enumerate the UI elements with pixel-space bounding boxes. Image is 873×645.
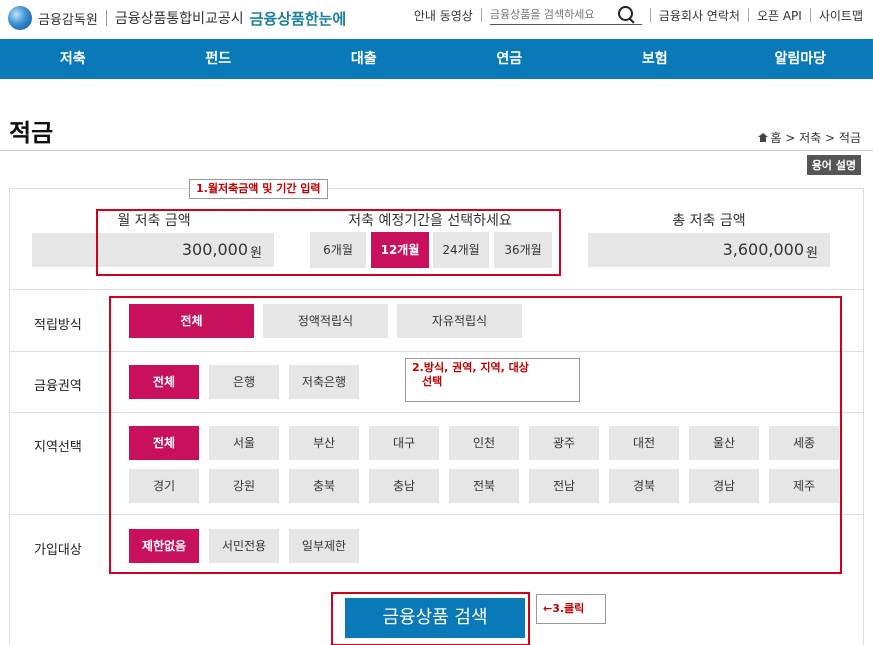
annotation-note-2: 2.방식, 권역, 지역, 대상 선택 — [405, 358, 580, 402]
glossary-button[interactable]: 용어 설명 — [806, 155, 861, 175]
breadcrumb: 홈 > 저축 > 적금 — [758, 129, 861, 146]
total-amount-display: 3,600,000 원 — [588, 233, 830, 267]
main-nav: 저축 펀드 대출 연금 보험 알림마당 — [0, 39, 873, 79]
annotation-box-filters — [109, 296, 842, 574]
breadcrumb-home[interactable]: 홈 — [770, 129, 781, 146]
top-bar: 금융감독원 금융상품통합비교공시 금융상품한눈에 안내 동영상 금융회사 연락처… — [0, 0, 873, 39]
breadcrumb-current: 적금 — [838, 131, 861, 145]
region-label: 지역선택 — [34, 440, 82, 455]
nav-funds[interactable]: 펀드 — [146, 39, 292, 79]
divider — [480, 8, 482, 22]
divider — [809, 8, 811, 22]
method-label: 적립방식 — [34, 318, 82, 333]
annotation-box-amounts — [96, 209, 561, 276]
nav-insurance[interactable]: 보험 — [582, 39, 728, 79]
total-amount-value: 3,600,000 — [722, 240, 804, 259]
logo-fss: 금융감독원 — [38, 12, 98, 28]
nav-notices[interactable]: 알림마당 — [728, 39, 873, 79]
annotation-note-2-line1: 2.방식, 권역, 지역, 대상 — [412, 361, 529, 374]
search-box — [489, 5, 642, 25]
target-label: 가입대상 — [34, 543, 82, 558]
home-icon — [758, 133, 769, 142]
sector-label: 금융권역 — [34, 379, 82, 394]
currency-unit: 원 — [806, 246, 818, 261]
chevron-right-icon: > — [781, 130, 800, 145]
breadcrumb-savings[interactable]: 저축 — [799, 129, 821, 146]
nav-loans[interactable]: 대출 — [291, 39, 437, 79]
sitemap-link[interactable]: 사이트맵 — [819, 7, 863, 24]
open-api-link[interactable]: 오픈 API — [757, 7, 802, 24]
site-logo[interactable]: 금융감독원 금융상품통합비교공시 금융상품한눈에 — [8, 6, 346, 30]
annotation-note-3: ←3.클릭 — [536, 594, 606, 624]
annotation-box-search — [331, 592, 530, 645]
nav-savings[interactable]: 저축 — [0, 39, 146, 79]
divider — [747, 8, 749, 22]
globe-icon — [8, 6, 32, 30]
title-divider — [0, 150, 873, 151]
company-contacts-link[interactable]: 금융회사 연락처 — [659, 7, 740, 24]
page-title: 적금 — [9, 119, 54, 147]
divider — [649, 8, 651, 22]
total-amount-label: 총 저축 금액 — [672, 213, 746, 229]
annotation-note-2-line2: 선택 — [422, 375, 443, 388]
annotation-note-1: 1.월저축금액 및 기간 입력 — [189, 179, 328, 199]
utility-nav: 안내 동영상 금융회사 연락처 오픈 API 사이트맵 — [414, 5, 863, 25]
search-icon[interactable] — [616, 5, 636, 25]
logo-divider — [105, 10, 107, 26]
row-divider — [9, 289, 864, 290]
chevron-right-icon: > — [821, 130, 839, 145]
guide-video-link[interactable]: 안내 동영상 — [414, 7, 473, 24]
logo-site-name: 금융상품통합비교공시 — [114, 11, 244, 27]
logo-brand: 금융상품한눈에 — [249, 9, 347, 28]
search-input[interactable] — [489, 8, 616, 21]
nav-pension[interactable]: 연금 — [437, 39, 583, 79]
